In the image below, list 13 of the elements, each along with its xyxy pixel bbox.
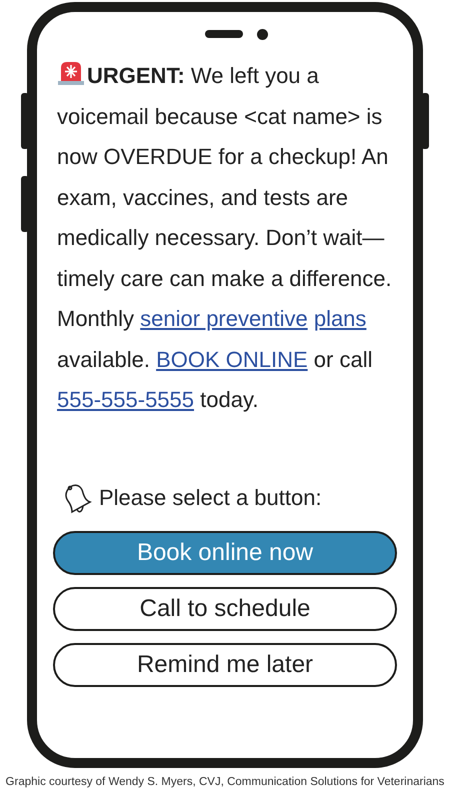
speaker-slot — [204, 30, 242, 38]
text-link[interactable]: BOOK ONLINE — [156, 346, 308, 372]
text-link[interactable]: senior preventive — [140, 306, 308, 331]
text-link[interactable]: plans — [314, 306, 366, 331]
text-link[interactable]: 555-555-5555 — [57, 387, 194, 412]
camera-dot — [256, 28, 268, 40]
prompt-text: Please select a button: — [99, 484, 322, 510]
reply-button[interactable]: Remind me later — [53, 642, 397, 686]
message-text: URGENT: We left you a voicemail because <cat name> is now OVERDUE for a checkup! An exam, vaccines, and tests are medically necessary. Don’t wait—timely care can make a difference. Monthly senior preventive plans available. BOOK ONLINE or call 555-555-5555 today. — [51, 56, 399, 420]
reply-button[interactable]: Call to schedule — [53, 586, 397, 630]
caption: Graphic courtesy of Wendy S. Myers, CVJ, Communication Solutions for Veterinarians — [4, 776, 446, 788]
siren-icon — [57, 60, 85, 86]
reply-button[interactable]: Book online now — [53, 530, 397, 574]
